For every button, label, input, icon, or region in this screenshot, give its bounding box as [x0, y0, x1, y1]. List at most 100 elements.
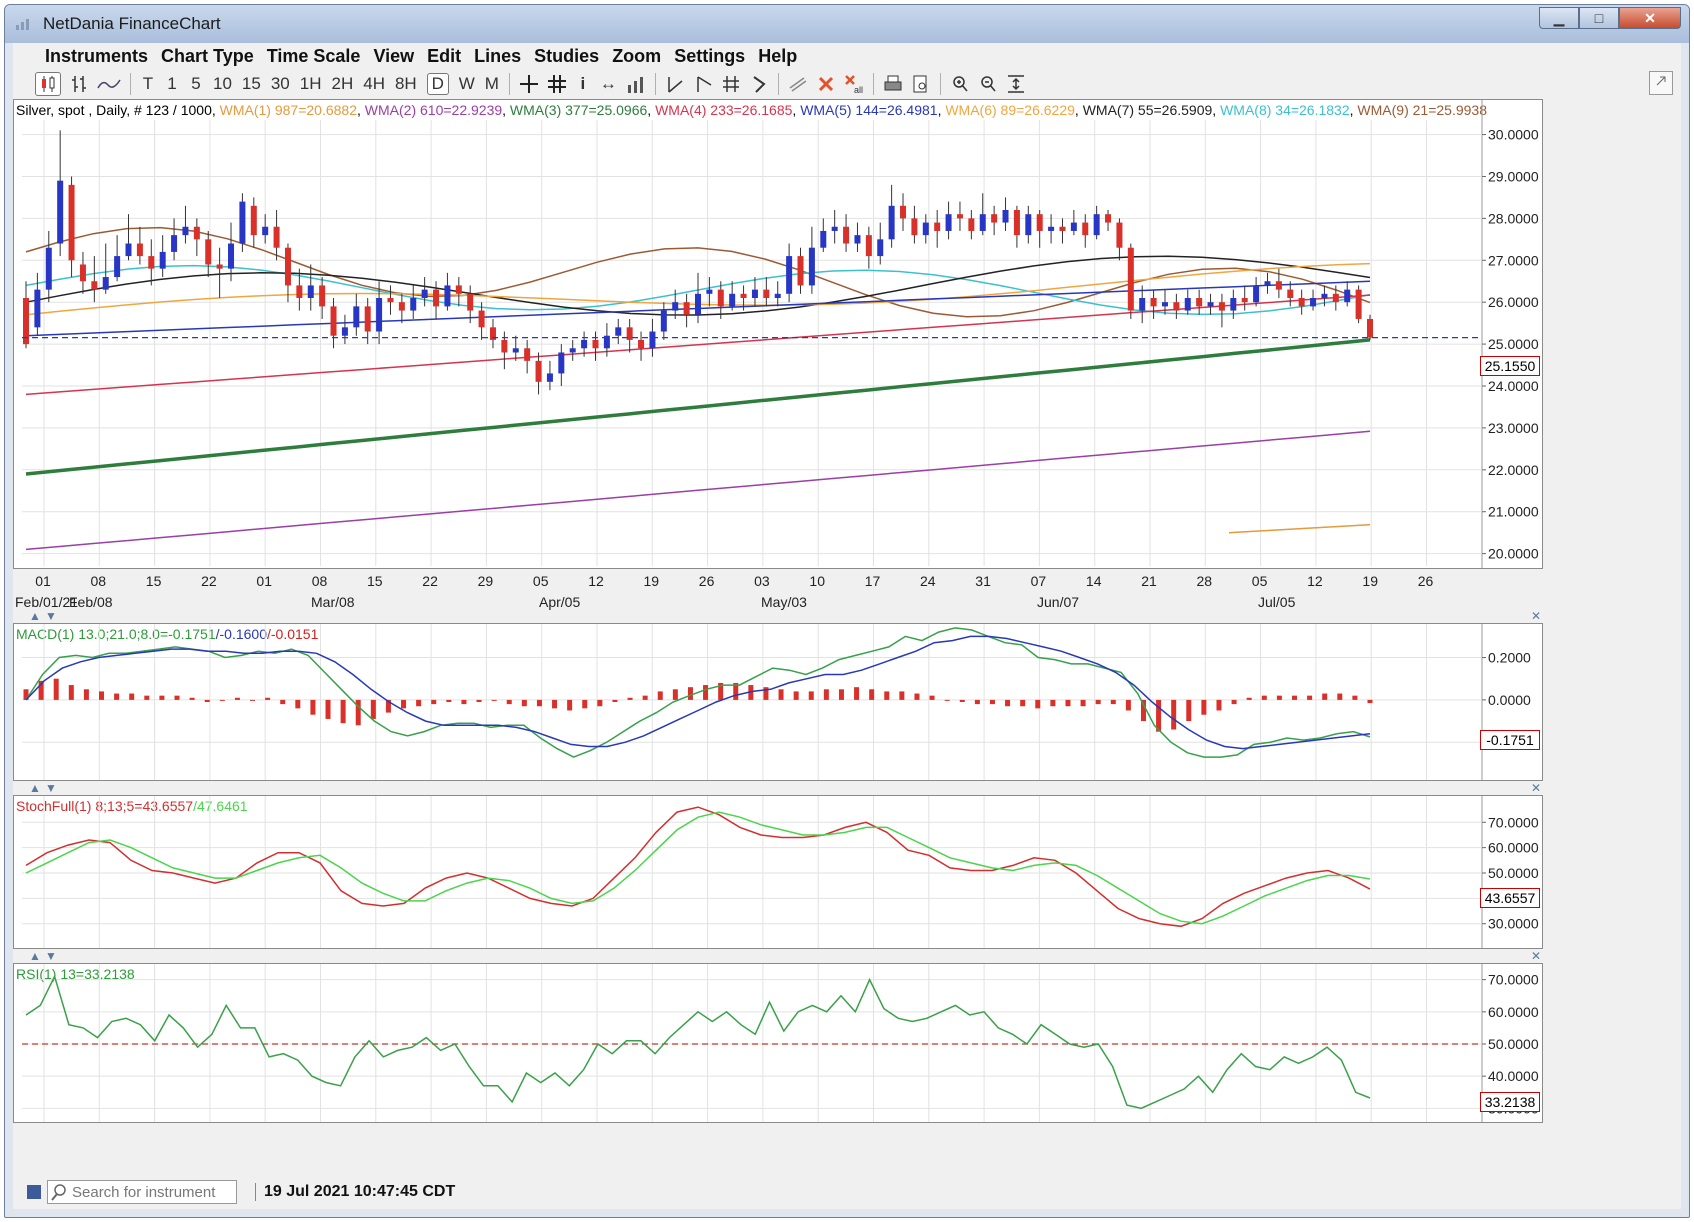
menu-lines[interactable]: Lines — [474, 46, 521, 67]
fit-icon[interactable] — [1005, 73, 1027, 95]
menu-edit[interactable]: Edit — [427, 46, 461, 67]
search-input[interactable]: Search for instrument — [72, 1184, 215, 1201]
rsi-panel[interactable]: RSI(1) 13=33.2138 70.0000 60.0000 50.0000 4… — [13, 963, 1543, 1123]
timescale-1h[interactable]: 1H — [300, 74, 322, 94]
macd-histogram-bar — [1186, 699, 1192, 722]
menu-time-scale[interactable]: Time Scale — [267, 46, 361, 67]
candle-body — [649, 331, 656, 349]
macd-histogram-bar — [53, 678, 59, 700]
x-day-label: 05 — [533, 573, 549, 589]
crosshair-icon[interactable] — [518, 73, 540, 95]
menu-settings[interactable]: Settings — [674, 46, 745, 67]
close-button[interactable]: ✕ — [1619, 7, 1681, 29]
timescale-4h[interactable]: 4H — [363, 74, 385, 94]
zoom-in-icon[interactable] — [949, 73, 971, 95]
timescale-15min[interactable]: 15 — [242, 74, 261, 94]
candle-body — [991, 214, 998, 223]
macd-histogram-bar — [1201, 699, 1207, 715]
timescale-tick[interactable]: T — [141, 74, 155, 94]
trendline-icon[interactable] — [664, 73, 686, 95]
macd-close-icon[interactable]: ✕ — [1531, 609, 1541, 623]
print-preview-icon[interactable] — [910, 73, 932, 95]
panel-collapse-icon[interactable]: ▲ — [29, 949, 41, 963]
panel-collapse-icon[interactable]: ▲ — [29, 609, 41, 623]
stoch-tick-label: 50.0000 — [1488, 865, 1539, 881]
menu-chart-type[interactable]: Chart Type — [161, 46, 254, 67]
client-area: Instruments Chart Type Time Scale View E… — [13, 43, 1681, 1209]
timescale-10min[interactable]: 10 — [213, 74, 232, 94]
menu-view[interactable]: View — [373, 46, 414, 67]
menu-help[interactable]: Help — [758, 46, 797, 67]
rsi-chart[interactable]: 70.000060.000050.000040.000030.0000 — [14, 964, 1542, 1122]
toolbar-options-button[interactable] — [1649, 71, 1673, 95]
toolbar-separator — [872, 73, 874, 95]
timescale-5min[interactable]: 5 — [189, 74, 203, 94]
candle-body — [1002, 210, 1009, 223]
bar-icon[interactable] — [68, 73, 90, 95]
stoch-panel[interactable]: StochFull(1) 8;13;5=43.6557/47.6461 70.0… — [13, 795, 1543, 949]
instrument-search[interactable]: Search for instrument — [47, 1180, 237, 1204]
timescale-1min[interactable]: 1 — [165, 74, 179, 94]
instrument-color-icon[interactable] — [27, 1185, 41, 1199]
macd-histogram-bar — [612, 699, 618, 702]
minimize-button[interactable]: ▁ — [1539, 7, 1579, 29]
panel-expand-icon[interactable]: ▼ — [45, 609, 57, 623]
grid-icon[interactable] — [546, 73, 568, 95]
delete-all-icon[interactable]: all — [843, 73, 865, 95]
arrow-icon[interactable] — [748, 73, 770, 95]
timescale-daily[interactable]: D — [426, 73, 449, 95]
x-day-label: 07 — [1031, 573, 1047, 589]
timescale-30min[interactable]: 30 — [271, 74, 290, 94]
candle-body — [182, 226, 189, 236]
macd-histogram-bar — [1110, 699, 1116, 705]
candle-body — [171, 235, 178, 252]
candle-body — [1127, 247, 1134, 311]
print-icon[interactable] — [882, 73, 904, 95]
timescale-monthly[interactable]: M — [485, 74, 499, 94]
candle-body — [307, 285, 314, 298]
price-chart[interactable]: 30.0000 29.0000 28.0000 27.0000 26.0000 25.00… — [14, 100, 1542, 568]
delete-icon[interactable] — [815, 73, 837, 95]
candle-body — [1105, 214, 1112, 223]
pan-icon[interactable]: ↔ — [600, 74, 617, 94]
rsi-close-icon[interactable]: ✕ — [1531, 949, 1541, 963]
macd-histogram-bar — [536, 699, 542, 707]
stoch-k-line — [25, 806, 1371, 928]
candle-body — [421, 289, 428, 298]
info-icon[interactable]: i — [576, 74, 590, 94]
menu-zoom[interactable]: Zoom — [612, 46, 661, 67]
candle-body — [672, 302, 679, 311]
stoch-chart[interactable]: 70.000060.000050.000040.000030.0000 — [14, 796, 1542, 948]
x-day-label: 08 — [312, 573, 328, 589]
timescale-weekly[interactable]: W — [459, 74, 475, 94]
timescale-2h[interactable]: 2H — [332, 74, 354, 94]
menu-instruments[interactable]: Instruments — [45, 46, 148, 67]
macd-histogram-bar — [1352, 695, 1358, 700]
price-tick-label: 30.0000 — [1488, 127, 1539, 143]
fibonacci-icon[interactable] — [720, 73, 742, 95]
maximize-button[interactable]: □ — [1579, 7, 1619, 29]
macd-chart[interactable]: 0.20000.0000-0.2000 — [14, 624, 1542, 780]
parallel-icon[interactable] — [787, 73, 809, 95]
line-icon[interactable] — [96, 73, 122, 95]
panel-expand-icon[interactable]: ▼ — [45, 781, 57, 795]
title-bar[interactable]: NetDania FinanceChart ▁ □ ✕ — [5, 5, 1689, 43]
zoom-out-icon[interactable] — [977, 73, 999, 95]
panel-expand-icon[interactable]: ▼ — [45, 949, 57, 963]
ray-icon[interactable] — [692, 73, 714, 95]
candle-body — [1207, 302, 1214, 307]
macd-histogram-bar — [431, 699, 437, 705]
candle-body — [273, 226, 280, 248]
time-axis[interactable]: 01 08 15 22 01 08 15 22 29 05 12 19 26 03 10 17 24 31 07 14… — [13, 569, 1543, 615]
stoch-close-icon[interactable]: ✕ — [1531, 781, 1541, 795]
x-month-label: Apr/05 — [539, 594, 580, 610]
volume-icon[interactable] — [625, 73, 647, 95]
stoch-d-line — [25, 811, 1371, 925]
menu-studies[interactable]: Studies — [534, 46, 599, 67]
timescale-8h[interactable]: 8H — [395, 74, 417, 94]
x-day-label: 01 — [256, 573, 272, 589]
macd-panel[interactable]: MACD(1) 13.0;21.0;8.0=-0.1751/-0.1600/-0… — [13, 623, 1543, 781]
price-panel[interactable]: Silver, spot , Daily, # 123 / 1000, WMA(… — [13, 99, 1543, 569]
candle-icon[interactable] — [35, 72, 61, 96]
panel-collapse-icon[interactable]: ▲ — [29, 781, 41, 795]
